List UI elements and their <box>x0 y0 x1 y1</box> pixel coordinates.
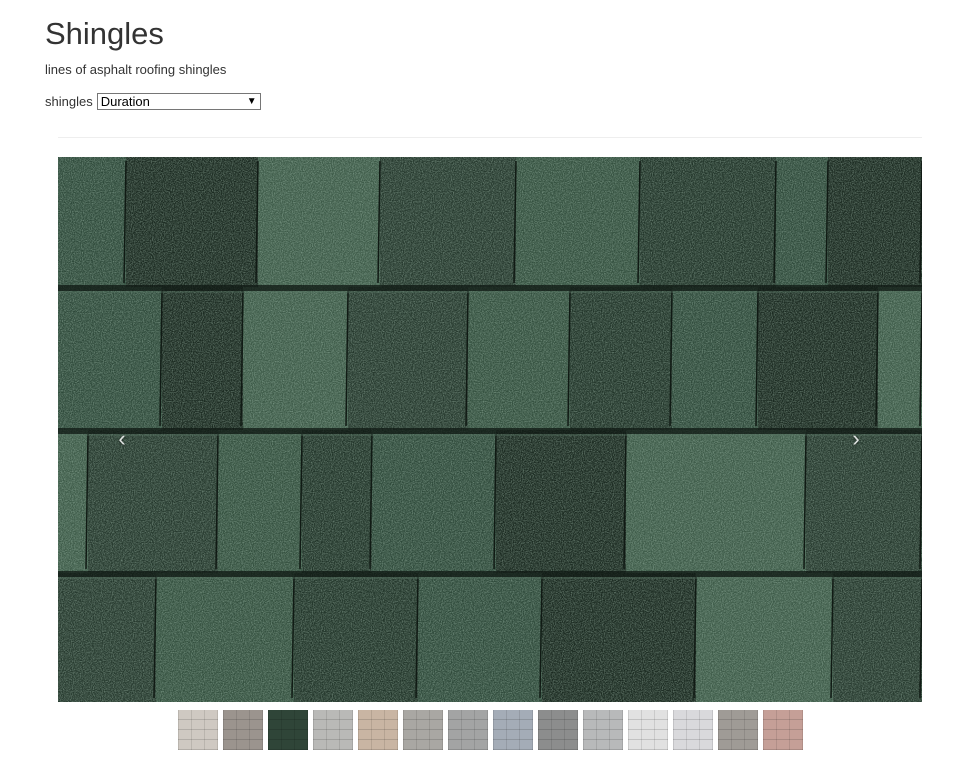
shingle-swatch-image <box>58 157 922 702</box>
select-value: Duration <box>100 94 150 109</box>
divider <box>58 137 922 138</box>
page-subtitle: lines of asphalt roofing shingles <box>45 62 227 77</box>
chevron-left-icon: ‹ <box>118 426 126 451</box>
shingle-color-thumbnail[interactable] <box>448 710 488 750</box>
shingle-color-thumbnail[interactable] <box>538 710 578 750</box>
shingle-color-thumbnail[interactable] <box>313 710 353 750</box>
shingle-carousel <box>58 157 922 702</box>
shingle-color-thumbnail[interactable] <box>718 710 758 750</box>
shingle-color-thumbnail[interactable] <box>403 710 443 750</box>
shingle-line-picker: shingles Duration ▼ <box>45 93 261 110</box>
shingle-line-select[interactable]: Duration ▼ <box>96 93 261 110</box>
thumbnail-strip <box>178 710 803 750</box>
shingle-color-thumbnail[interactable] <box>178 710 218 750</box>
shingle-color-thumbnail[interactable] <box>628 710 668 750</box>
chevron-right-icon: › <box>852 426 860 451</box>
page-title: Shingles <box>45 16 164 51</box>
dropdown-arrow-icon: ▼ <box>246 96 257 107</box>
carousel-prev-button[interactable]: ‹ <box>112 425 132 453</box>
shingle-color-thumbnail[interactable] <box>763 710 803 750</box>
shingle-color-thumbnail[interactable] <box>493 710 533 750</box>
shingle-color-thumbnail[interactable] <box>268 710 308 750</box>
picker-label: shingles <box>45 94 93 109</box>
shingle-color-thumbnail[interactable] <box>583 710 623 750</box>
shingle-color-thumbnail[interactable] <box>358 710 398 750</box>
shingle-color-thumbnail[interactable] <box>223 710 263 750</box>
shingle-color-thumbnail[interactable] <box>673 710 713 750</box>
carousel-next-button[interactable]: › <box>846 425 866 453</box>
